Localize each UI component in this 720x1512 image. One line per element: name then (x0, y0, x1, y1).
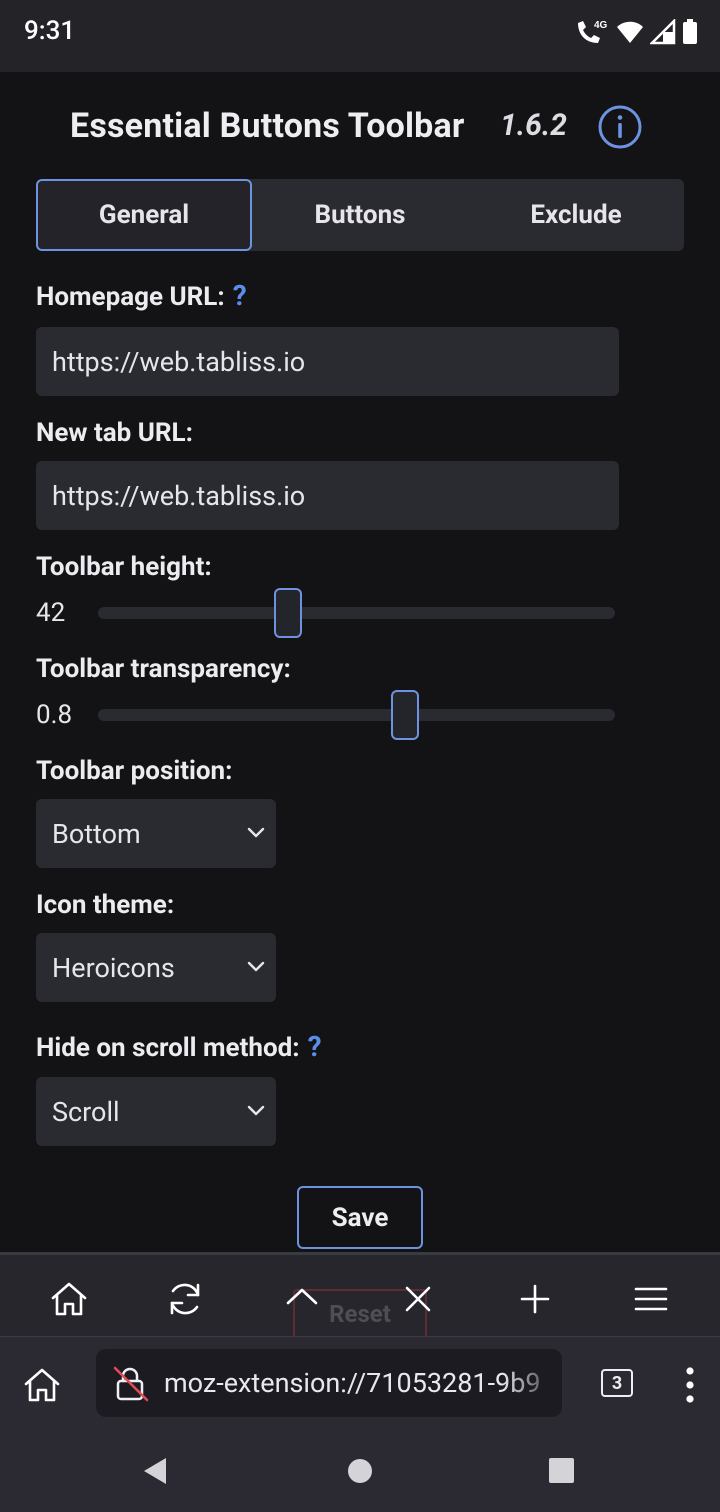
status-bar: 9:31 4G (0, 0, 720, 72)
app-title: Essential Buttons Toolbar (70, 106, 465, 146)
new-tab-url-label: New tab URL: (36, 418, 193, 448)
toolbar-height-track[interactable] (98, 607, 615, 619)
toolbar-height-value: 42 (36, 598, 66, 628)
essential-buttons-toolbar: Reset (0, 1252, 720, 1337)
icon-theme-label: Icon theme: (36, 890, 175, 920)
chevron-down-icon (247, 1105, 265, 1116)
network-label: 4G (594, 20, 608, 31)
toolbar-height-thumb[interactable] (274, 588, 303, 638)
homepage-url-label: Homepage URL: (36, 282, 225, 312)
hide-on-scroll-label: Hide on scroll method: (36, 1033, 300, 1063)
chevron-down-icon (247, 961, 265, 972)
settings-tabs: General Buttons Exclude (36, 179, 684, 251)
reload-icon[interactable] (165, 1279, 205, 1319)
hide-on-scroll-value: Scroll (52, 1095, 120, 1128)
homepage-url-label-row: Homepage URL:? (36, 279, 247, 312)
home-nav-icon[interactable] (345, 1458, 375, 1488)
toolbar-height-label: Toolbar height: (36, 552, 212, 582)
toolbar-transparency-slider-row: 0.8 (36, 690, 620, 740)
url-fade (502, 1349, 562, 1417)
homepage-url-field[interactable]: https://web.tabliss.io (36, 327, 619, 396)
status-icons: 4G (574, 16, 698, 48)
more-vert-icon[interactable] (675, 1365, 705, 1405)
hide-on-scroll-label-row: Hide on scroll method:? (36, 1030, 322, 1063)
toolbar-transparency-label: Toolbar transparency: (36, 654, 291, 684)
wifi-icon (617, 21, 643, 43)
icon-theme-value: Heroicons (52, 951, 175, 984)
scroll-top-icon[interactable] (282, 1279, 322, 1319)
browser-toolbar: moz-extension://71053281-9b9 3 (0, 1336, 720, 1432)
toolbar-position-select[interactable]: Bottom (36, 799, 276, 868)
close-tab-icon[interactable] (398, 1279, 438, 1319)
icon-theme-select[interactable]: Heroicons (36, 933, 276, 1002)
cell-signal-icon (650, 19, 676, 45)
toolbar-height-slider-row: 42 (36, 588, 620, 638)
tab-count-button[interactable]: 3 (601, 1369, 633, 1397)
hide-on-scroll-select[interactable]: Scroll (36, 1077, 276, 1146)
toolbar-position-value: Bottom (52, 817, 141, 850)
recents-icon[interactable] (548, 1458, 576, 1486)
chevron-down-icon (247, 827, 265, 838)
options-page: Essential Buttons Toolbar 1.6.2 General … (0, 72, 720, 1252)
toolbar-transparency-track[interactable] (98, 709, 615, 721)
save-button[interactable]: Save (297, 1186, 423, 1249)
toolbar-transparency-thumb[interactable] (391, 690, 420, 740)
url-bar[interactable]: moz-extension://71053281-9b9 (96, 1349, 562, 1417)
app-header: Essential Buttons Toolbar 1.6.2 (0, 102, 720, 152)
hide-on-scroll-help-icon[interactable]: ? (308, 1030, 322, 1063)
homepage-help-icon[interactable]: ? (233, 279, 247, 312)
browser-home-icon[interactable] (22, 1365, 62, 1405)
back-icon[interactable] (140, 1456, 170, 1486)
tab-exclude[interactable]: Exclude (468, 179, 684, 251)
new-tab-icon[interactable] (515, 1279, 555, 1319)
url-text: moz-extension://71053281-9b9 (164, 1367, 541, 1399)
new-tab-url-field[interactable]: https://web.tabliss.io (36, 461, 619, 530)
battery-icon (683, 19, 697, 44)
wifi-calling-icon: 4G (578, 20, 608, 43)
tab-general[interactable]: General (36, 179, 252, 251)
toolbar-position-label: Toolbar position: (36, 756, 233, 786)
menu-icon[interactable] (631, 1279, 671, 1319)
toolbar-transparency-value: 0.8 (36, 700, 73, 730)
status-time: 9:31 (24, 16, 76, 46)
home-icon[interactable] (49, 1279, 89, 1319)
insecure-lock-icon[interactable] (112, 1365, 150, 1403)
app-version: 1.6.2 (500, 108, 567, 143)
info-icon[interactable] (597, 104, 643, 150)
tab-buttons[interactable]: Buttons (252, 179, 468, 251)
system-nav-bar (0, 1432, 720, 1512)
